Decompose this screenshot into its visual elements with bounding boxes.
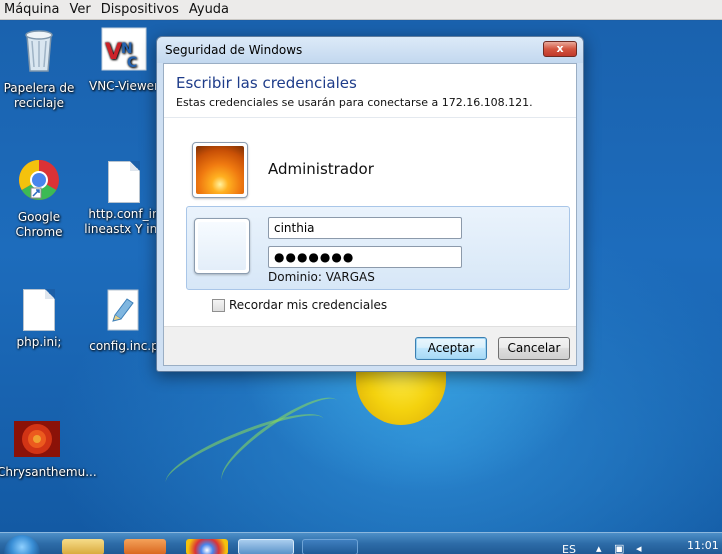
dialog-client: Escribir las credenciales Estas credenci… [163, 63, 577, 366]
desktop-icon-chrysanthemum[interactable]: Chrysanthemu... [0, 421, 97, 480]
close-button[interactable]: x [543, 41, 577, 57]
dialog-footer: Aceptar Cancelar [164, 326, 576, 365]
remember-credentials-checkbox[interactable]: Recordar mis credenciales [212, 298, 387, 312]
tray-arrow-icon[interactable]: ▴ [596, 542, 602, 554]
saved-user-name: Administrador [268, 160, 374, 178]
domain-label: Dominio: VARGAS [268, 270, 375, 284]
desktop-icon-chrome[interactable]: Google Chrome [0, 158, 79, 240]
vnc-viewer-icon: V N C [84, 27, 164, 75]
clock[interactable]: 11:01 [687, 539, 719, 552]
volume-icon[interactable]: ◂ [636, 542, 642, 554]
language-indicator[interactable]: ES [562, 543, 576, 554]
credentials-dialog: Seguridad de Windows x Escribir las cred… [156, 36, 584, 372]
taskbar: ES ▴ ▣ ◂ 11:01 [0, 532, 722, 554]
recycle-bin-icon [0, 27, 79, 77]
dialog-header: Escribir las credenciales Estas credenci… [164, 64, 576, 118]
new-user-tile [194, 218, 250, 274]
user-avatar-placeholder-icon [198, 222, 246, 270]
desktop-icon-php-ini[interactable]: php.ini; [0, 289, 79, 350]
file-icon [108, 161, 140, 203]
desktop-icon-http-conf[interactable]: http.conf_in lineastx Y inc [84, 161, 164, 237]
menu-dispositivos[interactable]: Dispositivos [101, 2, 179, 17]
desktop-icon-label: Chrysanthemu... [0, 465, 97, 479]
explorer-taskbar-icon[interactable] [62, 539, 104, 554]
password-input[interactable]: ●●●●●●● [268, 246, 462, 268]
svg-text:C: C [127, 55, 137, 71]
desktop-icon-config-inc[interactable]: config.inc.p [84, 289, 164, 354]
user-avatar-flower-icon [196, 146, 244, 194]
menu-ayuda[interactable]: Ayuda [189, 2, 229, 17]
ok-button[interactable]: Aceptar [415, 337, 487, 360]
svg-text:V: V [105, 40, 122, 65]
credentials-taskbar-button[interactable] [238, 539, 294, 554]
desktop-icon-recycle-bin[interactable]: Papelera de reciclaje [0, 27, 79, 111]
menu-ver[interactable]: Ver [70, 2, 91, 17]
dialog-subheading: Estas credenciales se usarán para conect… [176, 96, 533, 109]
image-thumbnail-icon [0, 421, 77, 461]
dialog-title: Seguridad de Windows [165, 43, 303, 57]
dialog-titlebar[interactable]: Seguridad de Windows x [157, 37, 583, 63]
vm-menu-bar: Máquina Ver Dispositivos Ayuda [0, 0, 722, 20]
vnc-taskbar-button[interactable] [302, 539, 358, 554]
chrome-taskbar-icon[interactable] [186, 539, 228, 554]
cancel-button[interactable]: Cancelar [498, 337, 570, 360]
file-icon [23, 289, 55, 331]
desktop-icon-label: config.inc.p [89, 339, 159, 353]
menu-maquina[interactable]: Máquina [4, 2, 60, 17]
desktop-icon-label: Papelera de reciclaje [3, 81, 75, 110]
network-icon[interactable]: ▣ [614, 542, 624, 554]
desktop-icon-label: VNC-Viewer [89, 79, 159, 93]
desktop-icon-vnc-viewer[interactable]: V N C VNC-Viewer [84, 27, 164, 94]
remember-label: Recordar mis credenciales [229, 298, 388, 312]
start-button[interactable] [4, 535, 40, 554]
dialog-heading: Escribir las credenciales [176, 74, 357, 92]
checkbox-box[interactable] [212, 298, 225, 312]
desktop-icon-label: php.ini; [16, 335, 62, 349]
script-file-icon [84, 289, 164, 335]
desktop-icon-label: http.conf_in lineastx Y inc [84, 207, 164, 236]
username-input[interactable]: cinthia [268, 217, 462, 239]
saved-user-tile[interactable] [192, 142, 248, 198]
chrome-icon [0, 158, 79, 206]
desktop-icon-label: Google Chrome [15, 210, 63, 239]
media-player-taskbar-icon[interactable] [124, 539, 166, 554]
